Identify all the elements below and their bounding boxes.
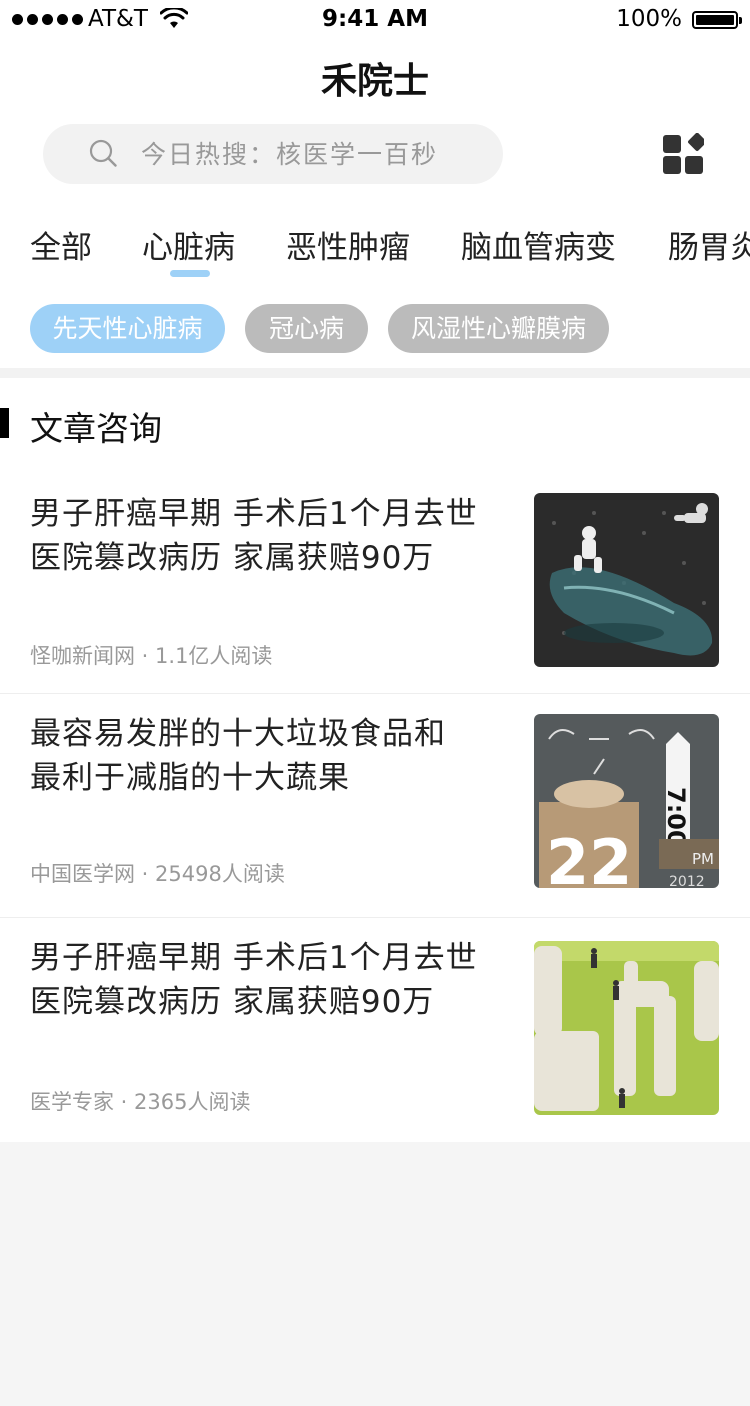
article-item[interactable]: 最容易发胖的十大垃圾食品和 最利于减脂的十大蔬果 中国医学网 · 25498人阅… (0, 694, 750, 917)
tab-heart-disease[interactable]: 心脏病 (142, 222, 235, 267)
miniature-stonehenge-image (534, 941, 719, 1115)
article-title-line: 男子肝癌早期 手术后1个月去世 (30, 940, 478, 976)
calendar-clock-image: 22 7:00 PM 2012 (534, 714, 719, 888)
article-source: 中国医学网 (30, 862, 135, 886)
article-section: 文章咨询 男子肝癌早期 手术后1个月去世 医院篡改病历 家属获赔90万 怪咖新闻… (0, 378, 750, 1142)
chip-congenital-heart[interactable]: 先天性心脏病 (30, 304, 225, 353)
article-title-line: 男子肝癌早期 手术后1个月去世 (30, 496, 478, 532)
article-item[interactable]: 男子肝癌早期 手术后1个月去世 医院篡改病历 家属获赔90万 怪咖新闻网 · 1… (0, 378, 750, 693)
page-title: 禾院士 (320, 61, 429, 102)
search-icon (89, 139, 117, 167)
battery-icon (692, 11, 742, 29)
article-title-line: 最容易发胖的十大垃圾食品和 (30, 716, 446, 752)
section-divider (0, 368, 750, 378)
article-source: 医学专家 (30, 1090, 114, 1114)
tab-cerebrovascular[interactable]: 脑血管病变 (461, 222, 616, 267)
search-bar[interactable] (43, 124, 503, 184)
article-title: 男子肝癌早期 手术后1个月去世 医院篡改病历 家属获赔90万 (30, 936, 510, 1024)
article-title: 最容易发胖的十大垃圾食品和 最利于减脂的十大蔬果 (30, 712, 510, 800)
article-reads: 2365人阅读 (134, 1090, 251, 1114)
tab-malignant-tumor[interactable]: 恶性肿瘤 (286, 222, 410, 267)
article-reads: 25498人阅读 (155, 862, 285, 886)
category-tabs: 全部 心脏病 恶性肿瘤 脑血管病变 肠胃炎 (0, 222, 750, 278)
active-tab-indicator (170, 270, 210, 277)
article-meta: 中国医学网 · 25498人阅读 (30, 862, 285, 886)
chip-rheumatic-valve[interactable]: 风湿性心瓣膜病 (388, 304, 609, 353)
article-title-line: 医院篡改病历 家属获赔90万 (30, 540, 435, 576)
astronaut-bottle-image (534, 493, 719, 667)
article-reads: 1.1亿人阅读 (155, 644, 273, 668)
article-meta: 医学专家 · 2365人阅读 (30, 1090, 251, 1114)
article-meta: 怪咖新闻网 · 1.1亿人阅读 (30, 644, 273, 668)
tab-gastroenteritis[interactable]: 肠胃炎 (668, 222, 750, 267)
header-area: AT&T 9:41 AM 100% 禾院士 全部 心脏病 恶性肿瘤 脑血管病变 … (0, 0, 750, 368)
thumb-year-text: 2012 (669, 874, 705, 888)
thumb-date-text: 22 (546, 826, 632, 888)
battery-percent: 100% (616, 6, 682, 32)
status-bar: AT&T 9:41 AM 100% (0, 0, 750, 40)
chip-coronary[interactable]: 冠心病 (245, 304, 368, 353)
article-title-line: 最利于减脂的十大蔬果 (30, 760, 350, 796)
thumb-clock-text: 7:00 (662, 787, 690, 847)
article-title: 男子肝癌早期 手术后1个月去世 医院篡改病历 家属获赔90万 (30, 492, 510, 580)
article-item[interactable]: 男子肝癌早期 手术后1个月去世 医院篡改病历 家属获赔90万 医学专家 · 23… (0, 918, 750, 1142)
category-grid-icon[interactable] (662, 133, 704, 175)
thumb-pm-text: PM (692, 850, 714, 868)
article-title-line: 医院篡改病历 家属获赔90万 (30, 984, 435, 1020)
search-input[interactable] (141, 124, 481, 184)
tab-all[interactable]: 全部 (30, 222, 92, 267)
article-source: 怪咖新闻网 (30, 644, 135, 668)
